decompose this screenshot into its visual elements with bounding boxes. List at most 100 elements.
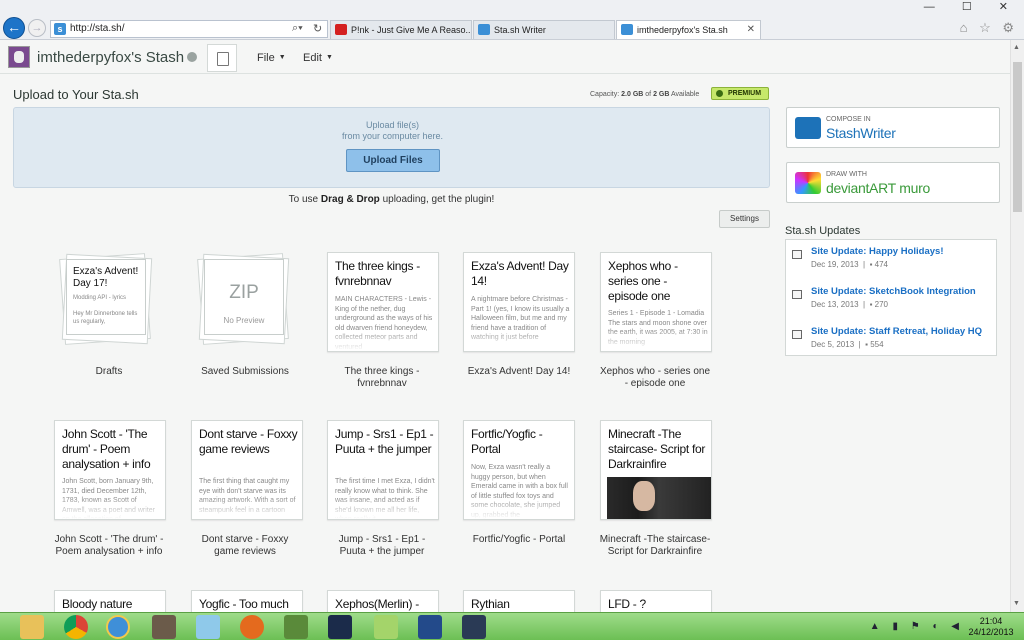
news-icon <box>792 290 802 299</box>
draw-small-label: DRAW WITH <box>826 171 867 178</box>
scroll-thumb[interactable] <box>1013 62 1022 212</box>
upload-title: Upload to Your Sta.sh <box>13 87 139 102</box>
tab-label: imthederpyfox's Sta.sh <box>637 25 728 35</box>
game-icon[interactable] <box>328 615 352 639</box>
update-title[interactable]: Site Update: SketchBook Integration <box>811 286 976 297</box>
card-title: Yogfic - Too much <box>199 597 289 611</box>
address-bar[interactable]: s http://sta.sh/ ⌕▾ ↻ <box>50 20 328 38</box>
youtube-icon <box>335 24 347 35</box>
card-title: Exza's Advent! Day 14! <box>471 259 569 288</box>
plugin-link[interactable]: uploading, get the plugin! <box>380 194 495 205</box>
refresh-icon[interactable]: ↻ <box>313 22 322 35</box>
internet-explorer-icon[interactable] <box>106 615 130 639</box>
browser-right-icons[interactable]: ⌂ ☆ ⚙ <box>960 20 1018 36</box>
upload-line1: Upload file(s) <box>365 120 420 130</box>
clock-time: 21:04 <box>979 616 1003 626</box>
back-button[interactable]: ← <box>3 17 25 39</box>
scroll-down-icon[interactable]: ▼ <box>1013 600 1020 607</box>
update-title[interactable]: Site Update: Staff Retreat, Holiday HQ <box>811 326 982 337</box>
tab-stash-writer[interactable]: Sta.sh Writer <box>473 20 615 39</box>
deviation-card[interactable]: Xephos who - series one - episode one Se… <box>600 252 712 352</box>
tab-stash-active[interactable]: imthederpyfox's Sta.sh ✕ <box>616 20 761 39</box>
file-menu[interactable]: File ▼ <box>257 52 286 64</box>
deviation-card[interactable]: The three kings - fvnrebnnav MAIN CHARAC… <box>327 252 439 352</box>
card-caption[interactable]: Dont starve - Foxxy game reviews <box>189 534 301 558</box>
window-controls[interactable]: — ☐ ✕ <box>924 0 1020 13</box>
plugin-bold: Drag & Drop <box>320 194 380 205</box>
edit-menu[interactable]: Edit ▼ <box>303 52 333 64</box>
card-thumbnail <box>607 477 711 519</box>
card-caption[interactable]: Fortfic/Yogfic - Portal <box>463 534 575 546</box>
gimp-icon[interactable] <box>152 615 176 639</box>
news-icon <box>792 250 802 259</box>
upload-files-button[interactable]: Upload Files <box>346 149 440 172</box>
draw-muro-button[interactable]: DRAW WITH deviantART muro <box>786 162 1000 203</box>
plugin-prefix: To use <box>288 194 321 205</box>
taskbar: ▲ ▮ ⚑ ◐ ◀ 21:04 24/12/2013 <box>0 612 1024 640</box>
chevron-down-icon: ▼ <box>325 54 333 61</box>
saved-submissions-caption[interactable]: Saved Submissions <box>189 366 301 378</box>
deviation-card[interactable]: Minecraft -The staircase- Script for Dar… <box>600 420 712 520</box>
card-title: Rythian <box>471 597 510 611</box>
steam-icon[interactable] <box>462 615 486 639</box>
search-icon[interactable]: ⌕▾ <box>292 22 303 35</box>
chrome-icon[interactable] <box>64 615 88 639</box>
upload-dropzone[interactable]: Upload file(s) from your computer here. … <box>13 107 770 188</box>
update-meta: Dec 13, 2013 | ▪ 270 <box>811 300 888 309</box>
firefox-icon[interactable] <box>240 615 264 639</box>
deviation-card[interactable]: Jump - Srs1 - Ep1 - Puuta + the jumper T… <box>327 420 439 520</box>
clock-date: 24/12/2013 <box>968 627 1014 637</box>
deviation-card[interactable]: Dont starve - Foxxy game reviews The fir… <box>191 420 303 520</box>
tab-label: P!nk - Just Give Me A Reaso... <box>351 25 472 35</box>
deviation-card[interactable]: Exza's Advent! Day 14! A nightmare befor… <box>463 252 575 352</box>
upload-line2: from your computer here. <box>341 131 444 141</box>
avatar[interactable] <box>8 46 30 68</box>
update-item[interactable]: Site Update: Happy Holidays! Dec 19, 201… <box>786 240 996 278</box>
vertical-scrollbar[interactable]: ▲ ▼ <box>1010 40 1024 612</box>
card-fade <box>328 329 438 351</box>
drafts-preview-title: Exza's Advent! Day 17! <box>73 266 139 289</box>
card-title: Dont starve - Foxxy game reviews <box>199 427 298 456</box>
minecraft-icon[interactable] <box>284 615 308 639</box>
capacity-label: Capacity: <box>590 91 620 98</box>
card-caption[interactable]: Minecraft -The staircase- Script for Dar… <box>599 534 711 558</box>
document-button[interactable] <box>207 44 237 72</box>
drafts-preview-body: Modding API - lyrics Hey Mr Dinnerbone t… <box>73 295 138 325</box>
paint-icon[interactable] <box>196 615 220 639</box>
comment-icon: ▪ <box>869 260 873 269</box>
system-tray[interactable]: ▲ ▮ ⚑ ◐ ◀ <box>870 621 964 632</box>
close-tab-icon[interactable]: ✕ <box>747 24 755 35</box>
card-title: The three kings - fvnrebnnav <box>335 259 420 288</box>
update-meta: Dec 5, 2013 | ▪ 554 <box>811 340 884 349</box>
card-title: Jump - Srs1 - Ep1 - Puuta + the jumper <box>335 427 434 456</box>
settings-button[interactable]: Settings <box>719 210 770 228</box>
file-explorer-icon[interactable] <box>20 615 44 639</box>
card-caption[interactable]: The three kings - fvnrebnnav <box>326 366 438 390</box>
deviation-card[interactable]: Fortfic/Yogfic - Portal Now, Exza wasn't… <box>463 420 575 520</box>
card-caption[interactable]: Jump - Srs1 - Ep1 - Puuta + the jumper <box>326 534 438 558</box>
scroll-up-icon[interactable]: ▲ <box>1013 44 1020 51</box>
card-caption[interactable]: John Scott - 'The drum' - Poem analysati… <box>53 534 165 558</box>
card-caption[interactable]: Xephos who - series one - episode one <box>599 366 711 390</box>
premium-button[interactable]: PREMIUM <box>711 87 769 100</box>
compose-stashwriter-button[interactable]: COMPOSE IN StashWriter <box>786 107 1000 148</box>
edit-menu-label: Edit <box>303 52 322 64</box>
gear-icon[interactable] <box>187 52 197 62</box>
forward-button[interactable]: → <box>28 19 46 37</box>
tab-pink-video[interactable]: P!nk - Just Give Me A Reaso... <box>330 20 472 39</box>
update-item[interactable]: Site Update: Staff Retreat, Holiday HQ D… <box>786 320 996 358</box>
deviation-card[interactable]: John Scott - 'The drum' - Poem analysati… <box>54 420 166 520</box>
stashwriter-icon <box>795 117 821 139</box>
card-title: Minecraft -The staircase- Script for Dar… <box>608 427 706 471</box>
clock[interactable]: 21:04 24/12/2013 <box>966 616 1016 638</box>
capacity-total: 2 GB <box>653 91 670 98</box>
card-title: LFD - ? <box>608 597 646 611</box>
drafts-caption[interactable]: Drafts <box>53 366 165 378</box>
update-item[interactable]: Site Update: SketchBook Integration Dec … <box>786 280 996 318</box>
update-title[interactable]: Site Update: Happy Holidays! <box>811 246 944 257</box>
capacity-of: of <box>645 91 652 98</box>
card-caption[interactable]: Exza's Advent! Day 14! <box>463 366 575 378</box>
fb-icon[interactable] <box>374 615 398 639</box>
stash-title[interactable]: imthederpyfox's Stash <box>37 49 184 66</box>
app-icon[interactable] <box>418 615 442 639</box>
